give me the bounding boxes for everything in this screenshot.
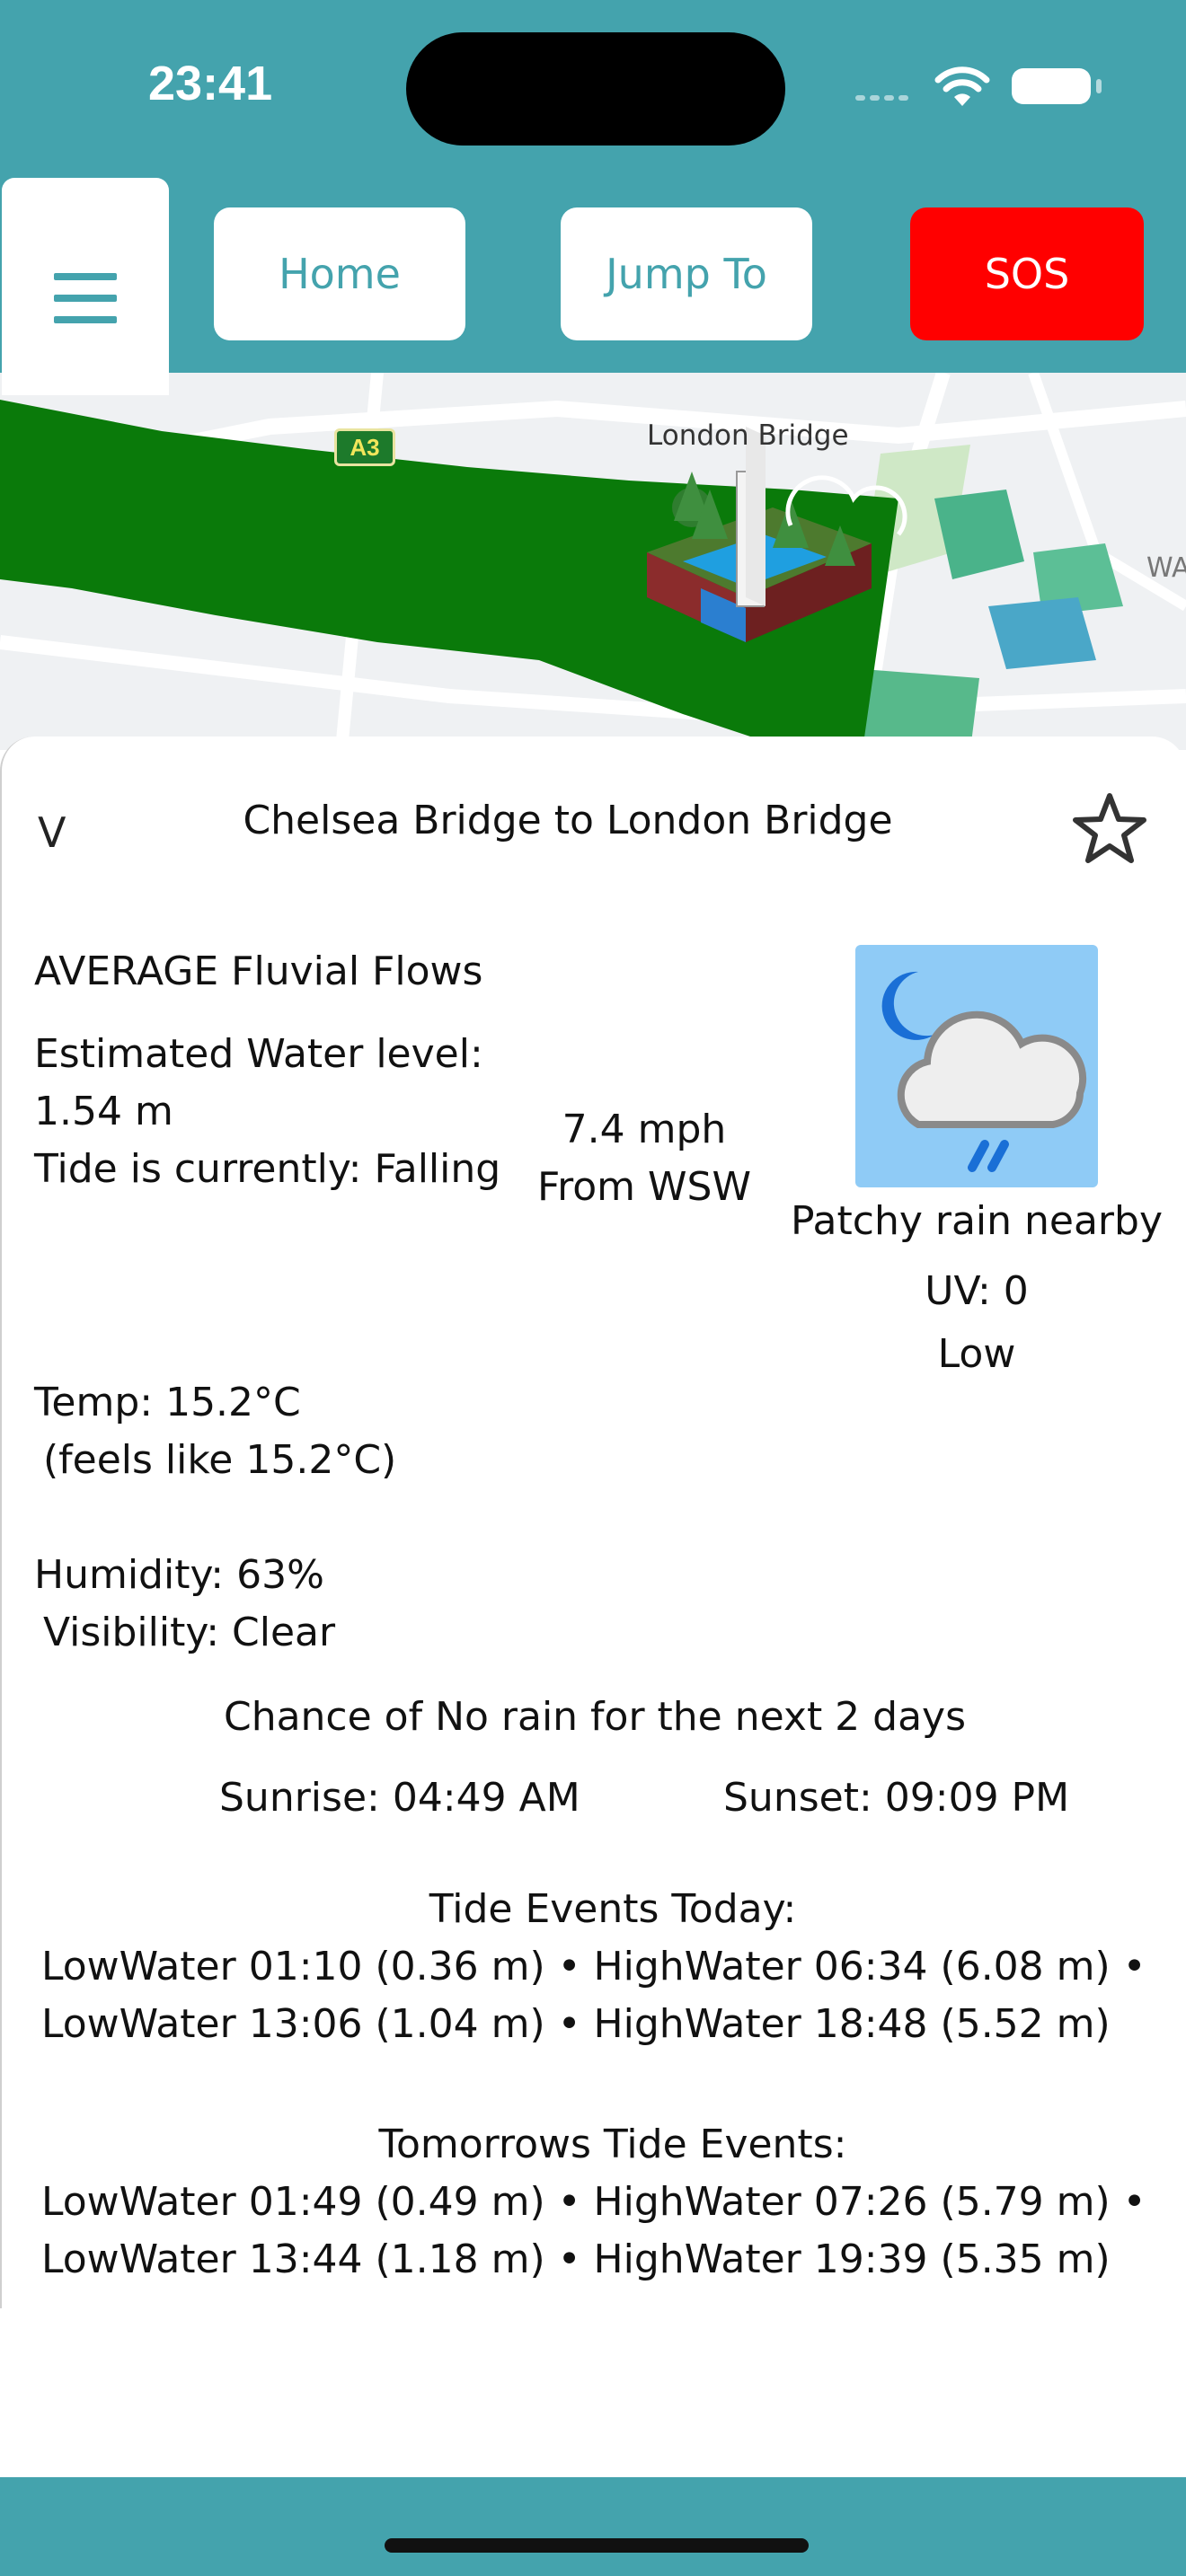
home-button[interactable]: Home <box>214 207 465 340</box>
road-badge: A3 <box>334 428 395 466</box>
tide-today-line: LowWater 13:06 (1.04 m) • HighWater 18:4… <box>41 2001 1111 2047</box>
wifi-icon <box>934 66 990 106</box>
sos-button[interactable]: SOS <box>910 207 1144 340</box>
partly-cloudy-night-rain-icon <box>855 945 1098 1187</box>
tide-tomorrow-title: Tomorrows Tide Events: <box>378 2122 847 2167</box>
home-indicator[interactable] <box>385 2538 809 2553</box>
sunrise: Sunrise: 04:49 AM <box>219 1775 580 1821</box>
water-level-label: Estimated Water level: <box>34 1031 483 1077</box>
status-time: 23:41 <box>148 57 273 110</box>
tide-tomorrow-line: LowWater 13:44 (1.18 m) • HighWater 19:3… <box>41 2236 1111 2282</box>
map-canvas <box>0 373 1186 750</box>
bottom-bar <box>0 2477 1186 2576</box>
tide-tomorrow-line: LowWater 01:49 (0.49 m) • HighWater 07:2… <box>41 2179 1146 2225</box>
tide-today-line: LowWater 01:10 (0.36 m) • HighWater 06:3… <box>41 1944 1146 1989</box>
weather-condition: Patchy rain nearby <box>790 1198 1163 1244</box>
wind-speed: 7.4 mph <box>562 1107 727 1152</box>
tide-state: Tide is currently: Falling <box>34 1146 501 1192</box>
hamburger-icon[interactable] <box>2 178 169 395</box>
visibility: Visibility: Clear <box>43 1610 336 1655</box>
map-place-label: London Bridge <box>647 419 849 452</box>
jump-to-button[interactable]: Jump To <box>561 207 812 340</box>
wind-direction: From WSW <box>537 1164 751 1210</box>
flow-label: AVERAGE Fluvial Flows <box>34 948 483 994</box>
humidity: Humidity: 63% <box>34 1552 324 1598</box>
map-edge-label: WA <box>1146 552 1186 584</box>
cellular-signal-icon <box>855 81 918 101</box>
feels-like: (feels like 15.2°C) <box>43 1437 397 1483</box>
panel-title: Chelsea Bridge to London Bridge <box>243 798 893 843</box>
uv-level: Low <box>937 1331 1016 1377</box>
temperature: Temp: 15.2°C <box>34 1380 301 1425</box>
dynamic-island <box>406 32 785 146</box>
app-header: 23:41 Home Jump To SOS <box>0 0 1186 373</box>
battery-icon <box>1012 68 1102 104</box>
uv-index: UV: 0 <box>925 1268 1029 1314</box>
sunset: Sunset: 09:09 PM <box>723 1775 1070 1821</box>
rain-chance: Chance of No rain for the next 2 days <box>223 1694 967 1740</box>
water-level-value: 1.54 m <box>34 1089 173 1134</box>
star-icon[interactable] <box>1069 789 1150 869</box>
map-view[interactable]: A3 London Bridge WA <box>0 373 1186 750</box>
location-info-panel: V Chelsea Bridge to London Bridge AVERAG… <box>0 737 1186 2308</box>
collapse-button[interactable]: V <box>38 808 66 857</box>
tide-today-title: Tide Events Today: <box>429 1886 797 1932</box>
